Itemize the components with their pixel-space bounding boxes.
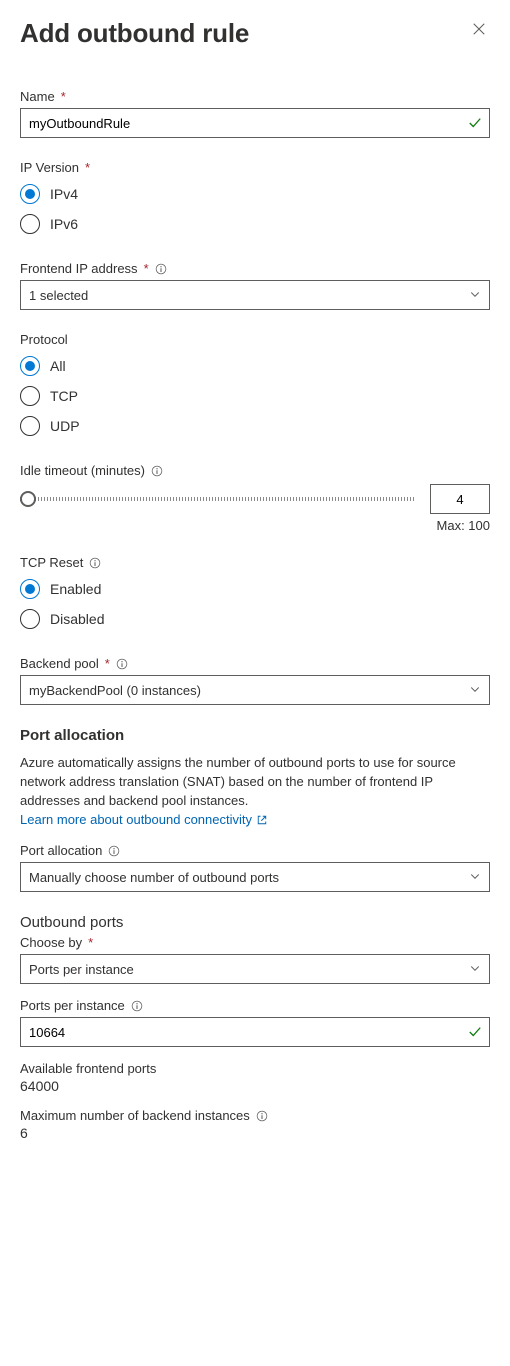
protocol-tcp-radio[interactable]: TCP [20,381,490,411]
close-icon [472,22,486,36]
radio-icon [20,356,40,376]
learn-more-link[interactable]: Learn more about outbound connectivity [20,811,268,830]
info-icon[interactable] [116,658,128,670]
tcp-reset-label: TCP Reset [20,555,490,570]
radio-icon [20,214,40,234]
frontend-ip-label: Frontend IP address* [20,261,490,276]
info-icon[interactable] [151,465,163,477]
backend-pool-label: Backend pool* [20,656,490,671]
port-allocation-section-title: Port allocation [20,727,490,744]
idle-timeout-label: Idle timeout (minutes) [20,463,490,478]
frontend-ip-select[interactable]: 1 selected [20,280,490,310]
ip-version-ipv6-radio[interactable]: IPv6 [20,209,490,239]
info-icon[interactable] [108,845,120,857]
max-backend-instances-label: Maximum number of backend instances [20,1108,490,1123]
outbound-ports-title: Outbound ports [20,914,490,931]
backend-pool-select[interactable]: myBackendPool (0 instances) [20,675,490,705]
protocol-all-radio[interactable]: All [20,351,490,381]
name-label: Name* [20,89,490,104]
check-icon [468,1025,482,1039]
slider-thumb[interactable] [20,491,36,507]
protocol-label: Protocol [20,332,490,347]
idle-timeout-input[interactable] [430,484,490,514]
info-icon[interactable] [256,1110,268,1122]
protocol-udp-radio[interactable]: UDP [20,411,490,441]
port-allocation-label: Port allocation [20,843,490,858]
choose-by-select[interactable]: Ports per instance [20,954,490,984]
tcp-reset-disabled-radio[interactable]: Disabled [20,604,490,634]
ports-per-instance-input[interactable] [20,1017,490,1047]
max-backend-instances-value: 6 [20,1125,490,1141]
chevron-down-icon [469,683,481,698]
chevron-down-icon [469,288,481,303]
info-icon[interactable] [155,263,167,275]
port-allocation-select[interactable]: Manually choose number of outbound ports [20,862,490,892]
radio-icon [20,609,40,629]
idle-timeout-max-label: Max: 100 [20,518,490,533]
port-allocation-description: Azure automatically assigns the number o… [20,754,490,829]
tcp-reset-enabled-radio[interactable]: Enabled [20,574,490,604]
chevron-down-icon [469,870,481,885]
page-title: Add outbound rule [20,18,249,49]
radio-icon [20,184,40,204]
radio-icon [20,416,40,436]
ports-per-instance-label: Ports per instance [20,998,490,1013]
info-icon[interactable] [89,557,101,569]
info-icon[interactable] [131,1000,143,1012]
choose-by-label: Choose by* [20,935,490,950]
ip-version-label: IP Version* [20,160,490,175]
radio-icon [20,579,40,599]
idle-timeout-slider[interactable] [20,489,416,509]
close-button[interactable] [468,18,490,40]
external-link-icon [256,814,268,826]
radio-icon [20,386,40,406]
available-ports-value: 64000 [20,1078,490,1094]
available-ports-label: Available frontend ports [20,1061,490,1076]
chevron-down-icon [469,962,481,977]
ip-version-ipv4-radio[interactable]: IPv4 [20,179,490,209]
name-input[interactable] [20,108,490,138]
check-icon [468,116,482,130]
